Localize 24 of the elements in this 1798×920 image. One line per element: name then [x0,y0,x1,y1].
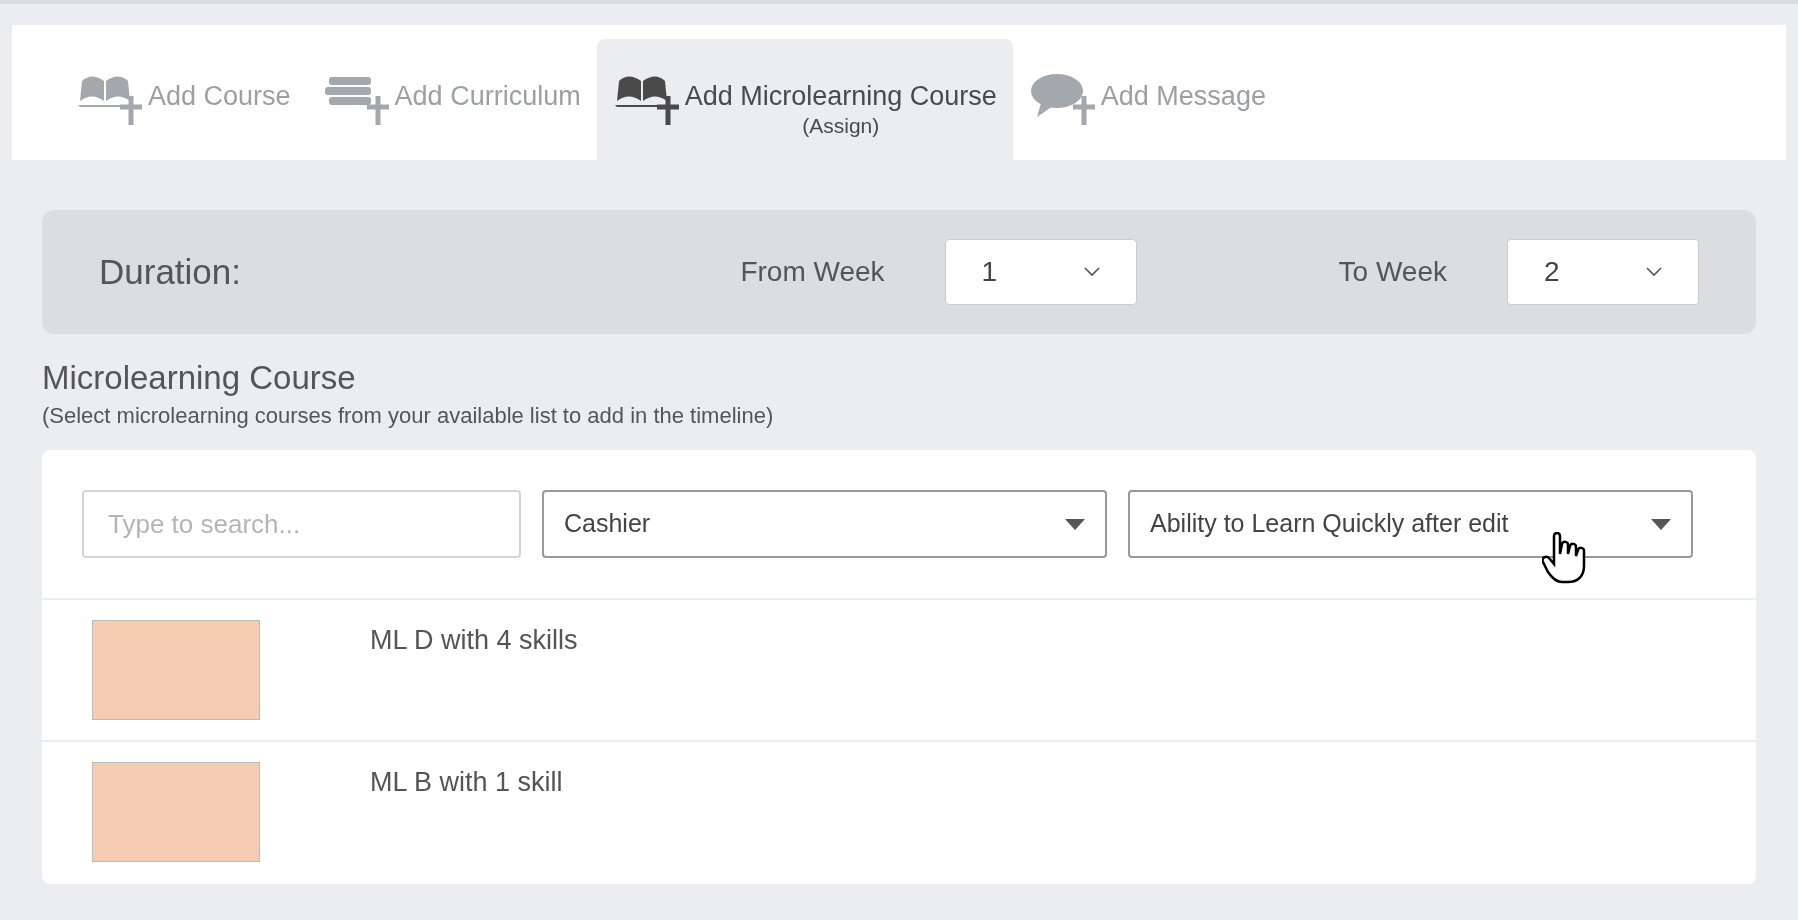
from-week-select[interactable]: 1 [944,239,1137,305]
tab-label: Add Course [148,80,291,113]
to-week-select[interactable]: 2 [1507,239,1699,305]
to-week-label: To Week [1338,255,1447,289]
tab-label: Add Message [1100,80,1266,113]
hand-cursor-icon [1542,532,1588,584]
chevron-down-icon [1083,267,1100,277]
caret-down-icon [1065,518,1085,530]
search-field[interactable]: Type to search... [82,490,521,558]
section-title: Microlearning Course [42,358,357,398]
tab-label: Add Microlearning Course [684,80,997,113]
tab[interactable]: Add Microlearning Course (Assign) [596,39,1013,160]
speech-bubble-plus-icon [1028,71,1097,127]
section-subtitle: (Select microlearning courses from your available list to add in the timeline) [42,402,775,430]
caret-down-icon [1651,518,1671,530]
from-week-label: From Week [740,255,885,289]
duration-label: Duration: [99,250,243,293]
role-select[interactable]: Cashier [542,490,1107,558]
tab-label: Add Curriculum [394,80,581,113]
skill-select[interactable]: Ability to Learn Quickly after edit [1128,490,1693,558]
chevron-down-icon [1646,267,1662,277]
course-title: ML D with 4 skills [370,624,578,657]
tab-sublabel: (Assign) [802,113,880,139]
course-title: ML B with 1 skill [370,766,563,799]
